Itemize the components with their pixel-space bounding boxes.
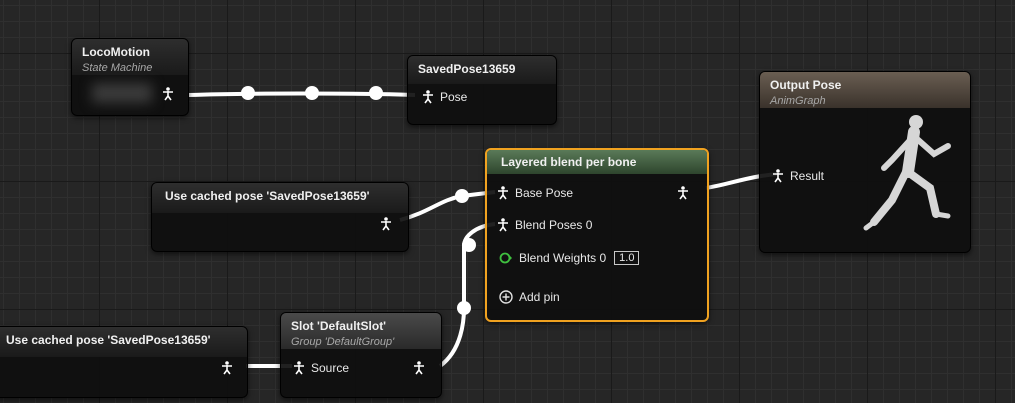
node-output-pose[interactable]: Output Pose AnimGraph Result [759, 71, 971, 253]
pose-person-icon [498, 218, 508, 232]
node-savedpose[interactable]: SavedPose13659 Pose [407, 55, 557, 125]
node-locomotion[interactable]: LocoMotion State Machine [71, 38, 189, 116]
wire-knot[interactable] [305, 86, 319, 100]
pin-label: Result [790, 169, 825, 183]
node-layered-blend[interactable]: Layered blend per bone Base Pose Blend P… [485, 148, 709, 322]
node-use-cached-pose[interactable]: Use cached pose 'SavedPose13659' [0, 326, 248, 398]
pose-person-icon [678, 186, 688, 200]
node-slot[interactable]: Slot 'DefaultSlot' Group 'DefaultGroup' … [280, 312, 442, 398]
pin-label: Base Pose [515, 186, 574, 200]
node-title: Use cached pose 'SavedPose13659' [6, 333, 211, 347]
node-title: Layered blend per bone [501, 155, 637, 169]
output-pose-pin[interactable] [162, 87, 174, 101]
node-header: Layered blend per bone [487, 150, 707, 174]
blend-weight-value-field[interactable]: 1.0 [614, 251, 640, 265]
wire-knot[interactable] [462, 238, 476, 252]
pin-label: Blend Weights 0 [519, 251, 607, 265]
blend-poses-pin[interactable]: Blend Poses 0 [497, 218, 592, 232]
node-header: Slot 'DefaultSlot' Group 'DefaultGroup' [281, 313, 441, 349]
node-thumbnail [92, 83, 152, 103]
wire-knot[interactable] [455, 189, 469, 203]
pose-person-icon [498, 186, 508, 200]
wire-cached-to-basepose[interactable] [399, 190, 496, 222]
node-header: Use cached pose 'SavedPose13659' [152, 183, 408, 213]
pin-label: Source [311, 361, 350, 375]
running-mannequin-icon [863, 115, 951, 231]
node-header: LocoMotion State Machine [72, 39, 188, 75]
pin-label: Pose [440, 90, 468, 104]
node-subtitle: AnimGraph [770, 95, 826, 107]
output-pose-pin[interactable] [221, 361, 233, 375]
wire-knot[interactable] [457, 301, 471, 315]
plus-circle-icon [499, 290, 513, 304]
input-pose-pin[interactable]: Pose [422, 90, 467, 104]
node-title: Use cached pose 'SavedPose13659' [165, 189, 370, 203]
node-use-cached-pose[interactable]: Use cached pose 'SavedPose13659' [151, 182, 409, 252]
node-title: LocoMotion [82, 45, 150, 59]
output-pose-pin[interactable] [413, 361, 425, 375]
node-title: Slot 'DefaultSlot' [291, 319, 387, 333]
pin-label: Add pin [519, 290, 560, 304]
node-title: Output Pose [770, 78, 842, 92]
wire-knot[interactable] [241, 86, 255, 100]
wire-knot[interactable] [369, 86, 383, 100]
node-header: Output Pose AnimGraph [760, 72, 970, 108]
node-title: SavedPose13659 [418, 62, 516, 76]
base-pose-pin[interactable]: Base Pose [497, 186, 573, 200]
pose-person-icon [423, 90, 433, 104]
pose-person-icon [773, 169, 783, 183]
pose-person-icon [222, 361, 232, 375]
node-header: Use cached pose 'SavedPose13659' [0, 327, 247, 357]
node-subtitle: State Machine [82, 62, 153, 74]
source-pin[interactable]: Source [293, 361, 349, 375]
pin-label: Blend Poses 0 [515, 218, 593, 232]
result-pin[interactable]: Result [772, 169, 824, 183]
pose-person-icon [294, 361, 304, 375]
add-pin-button[interactable]: Add pin [499, 290, 560, 304]
blend-weights-pin[interactable]: Blend Weights 0 1.0 [499, 251, 640, 265]
node-subtitle: Group 'DefaultGroup' [291, 336, 395, 348]
node-header: SavedPose13659 [408, 56, 556, 84]
weight-pin-icon [499, 252, 512, 264]
pose-person-icon [163, 87, 173, 101]
output-pose-pin[interactable] [677, 186, 689, 200]
pose-person-icon [414, 361, 424, 375]
pose-person-icon [381, 217, 391, 231]
output-pose-pin[interactable] [380, 217, 392, 231]
